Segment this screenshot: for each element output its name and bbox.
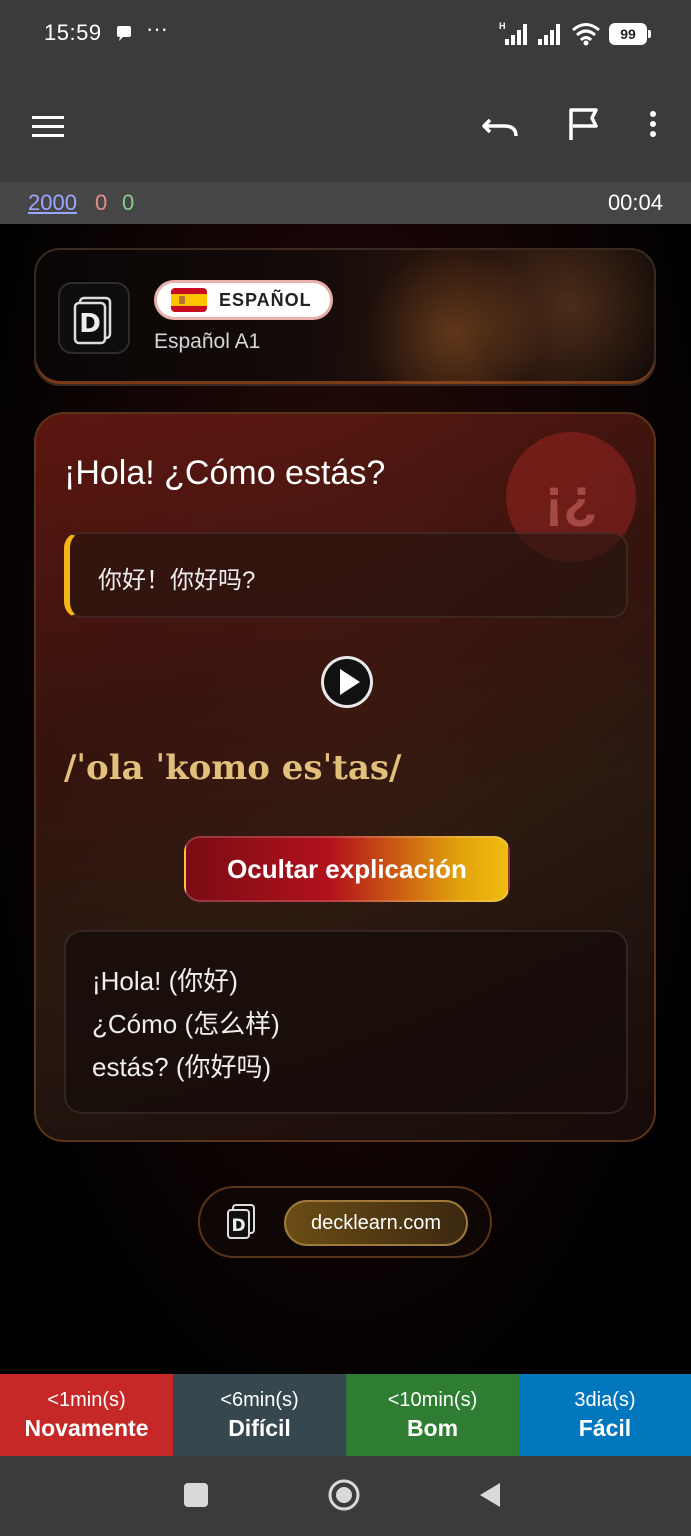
signal-icon bbox=[538, 24, 560, 45]
easy-label: Fácil bbox=[578, 1415, 632, 1441]
battery-icon: 99 bbox=[609, 23, 651, 45]
good-button[interactable]: <10min(s) Bom bbox=[346, 1374, 519, 1456]
review-count: 0 bbox=[122, 190, 135, 215]
play-audio-button[interactable] bbox=[321, 656, 373, 708]
hard-interval: <6min(s) bbox=[220, 1389, 299, 1411]
translation-text: 你好！你好吗? bbox=[98, 567, 256, 594]
card-question: ¡Hola! ¿Cómo estás? bbox=[64, 454, 386, 492]
wifi-icon bbox=[572, 23, 600, 46]
explanation-box: ¡Hola! (你好) ¿Cómo (怎么样) estás? (你好吗) bbox=[64, 930, 628, 1114]
card-viewer: D ESPAÑOL Español A1 ¡¿ ¡Hola! ¿Cómo est… bbox=[0, 224, 691, 1374]
explanation-line: ¡Hola! (你好) bbox=[92, 966, 238, 996]
deck-subtitle: Español A1 bbox=[154, 330, 261, 353]
deck-logo-letter: D bbox=[79, 309, 101, 339]
deck-logo-icon: D bbox=[58, 282, 130, 354]
good-label: Bom bbox=[406, 1415, 459, 1441]
explanation-line: estás? (你好吗) bbox=[92, 1052, 272, 1082]
hard-button[interactable]: <6min(s) Difícil bbox=[173, 1374, 346, 1456]
pronunciation-ipa: /ˈola ˈkomo esˈtas/ bbox=[64, 748, 402, 788]
status-icons: H 99 bbox=[499, 20, 651, 48]
learning-count: 0 bbox=[95, 190, 108, 215]
city-background bbox=[366, 250, 654, 384]
toggle-explanation-button[interactable]: Ocultar explicación bbox=[184, 836, 510, 902]
language-badge: ESPAÑOL bbox=[154, 280, 333, 320]
again-interval: <1min(s) bbox=[47, 1389, 126, 1411]
system-nav-bar bbox=[0, 1456, 691, 1536]
again-button[interactable]: <1min(s) Novamente bbox=[0, 1374, 173, 1456]
svg-text:H: H bbox=[499, 21, 506, 31]
spain-flag-icon bbox=[171, 288, 207, 312]
status-more-indicator: ··· bbox=[146, 16, 168, 41]
flashcard: ¡¿ ¡Hola! ¿Cómo estás? 你好！你好吗? /ˈola ˈko… bbox=[34, 412, 656, 1142]
card-timer: 00:04 bbox=[607, 190, 663, 215]
site-link[interactable]: decklearn.com bbox=[284, 1200, 468, 1246]
recent-apps-icon[interactable] bbox=[184, 1483, 208, 1507]
undo-icon[interactable] bbox=[478, 108, 522, 144]
translation-box: 你好！你好吗? bbox=[64, 532, 628, 618]
toolbar bbox=[0, 68, 691, 182]
signal-h-icon: H bbox=[499, 21, 527, 45]
good-interval: <10min(s) bbox=[387, 1389, 478, 1411]
answer-buttons: <1min(s) Novamente <6min(s) Difícil <10m… bbox=[0, 1374, 691, 1456]
deck-header: D ESPAÑOL Español A1 bbox=[34, 248, 656, 386]
status-time: 15:59 bbox=[44, 20, 102, 45]
footer-badge: D decklearn.com bbox=[198, 1186, 492, 1258]
easy-interval: 3dia(s) bbox=[574, 1389, 636, 1411]
more-vertical-icon[interactable] bbox=[636, 104, 670, 144]
counts-bar: 2000 0 0 00:04 bbox=[0, 182, 691, 224]
back-icon[interactable] bbox=[476, 1480, 504, 1510]
flag-icon[interactable] bbox=[562, 104, 606, 144]
explanation-line: ¿Cómo (怎么样) bbox=[92, 1009, 280, 1039]
chat-icon bbox=[117, 26, 131, 41]
home-icon[interactable] bbox=[327, 1478, 361, 1512]
hard-label: Difícil bbox=[228, 1415, 291, 1441]
new-count[interactable]: 2000 bbox=[28, 190, 77, 216]
menu-icon[interactable] bbox=[26, 108, 70, 144]
easy-button[interactable]: 3dia(s) Fácil bbox=[519, 1374, 691, 1456]
play-icon bbox=[324, 659, 370, 705]
svg-text:D: D bbox=[231, 1216, 245, 1236]
language-label: ESPAÑOL bbox=[219, 289, 312, 310]
status-bar: 15:59 ··· H 99 bbox=[0, 0, 691, 68]
decklearn-logo-icon: D bbox=[227, 1204, 255, 1239]
again-label: Novamente bbox=[24, 1415, 149, 1441]
battery-level: 99 bbox=[620, 26, 636, 42]
